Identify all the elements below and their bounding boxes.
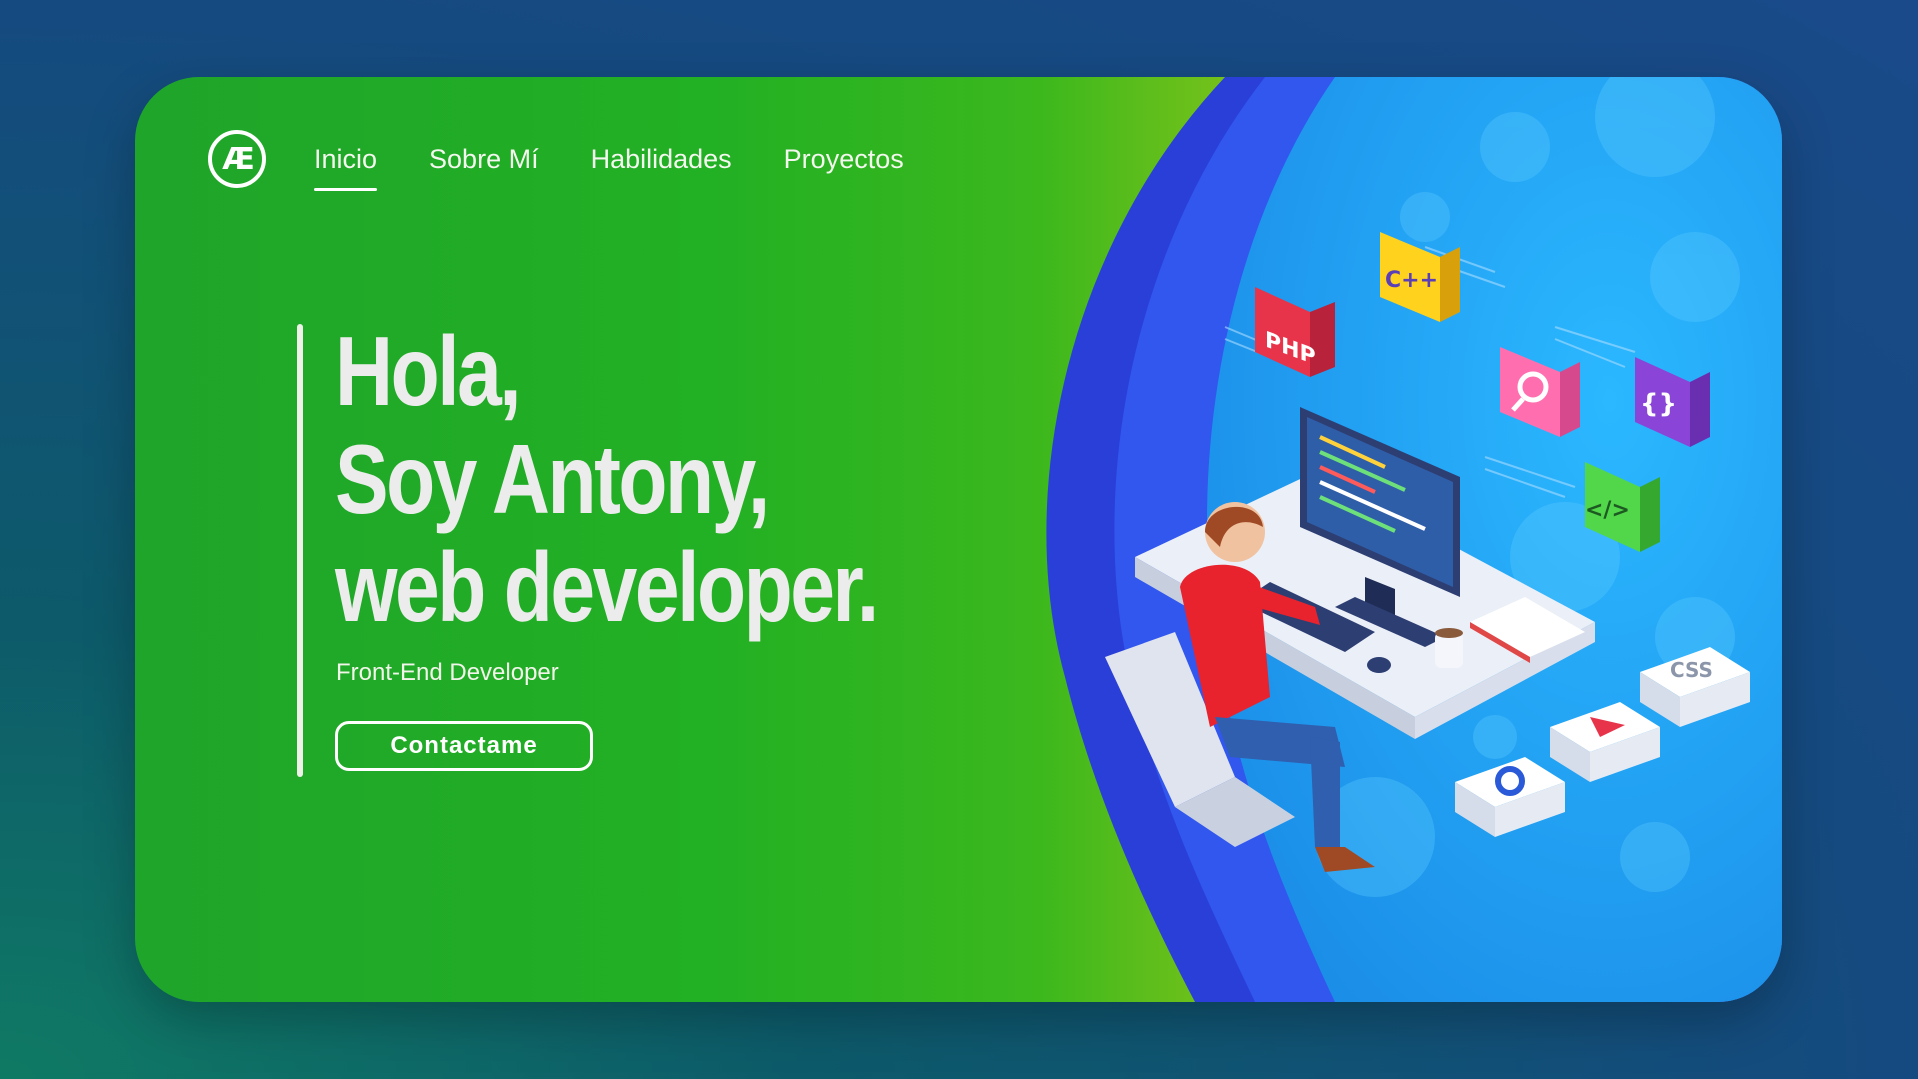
svg-text:</>: </> <box>1585 498 1630 523</box>
svg-text:C++: C++ <box>1385 268 1438 293</box>
svg-text:{}: {} <box>1640 389 1677 419</box>
hero-headline: Hola, Soy Antony, web developer. <box>335 316 879 642</box>
hero-card: PHP C++ {} </> CSS Æ Inicio Sobre Mí Hab… <box>135 77 1782 1002</box>
top-nav: Æ Inicio Sobre Mí Habilidades Proyectos <box>208 124 956 194</box>
svg-text:CSS: CSS <box>1670 658 1713 682</box>
nav-proyectos[interactable]: Proyectos <box>784 138 904 181</box>
hero-subtitle: Front-End Developer <box>336 659 559 686</box>
headline-line-2: Soy Antony, <box>335 424 770 534</box>
nav-sobre-mi[interactable]: Sobre Mí <box>429 138 539 181</box>
headline-line-1: Hola, <box>335 316 522 426</box>
nav-inicio[interactable]: Inicio <box>314 138 378 191</box>
headline-line-3: web developer. <box>335 532 879 642</box>
nav-habilidades[interactable]: Habilidades <box>591 138 732 181</box>
hero-accent-line <box>297 324 303 777</box>
logo[interactable]: Æ <box>208 130 266 188</box>
contact-button[interactable]: Contactame <box>335 721 593 771</box>
